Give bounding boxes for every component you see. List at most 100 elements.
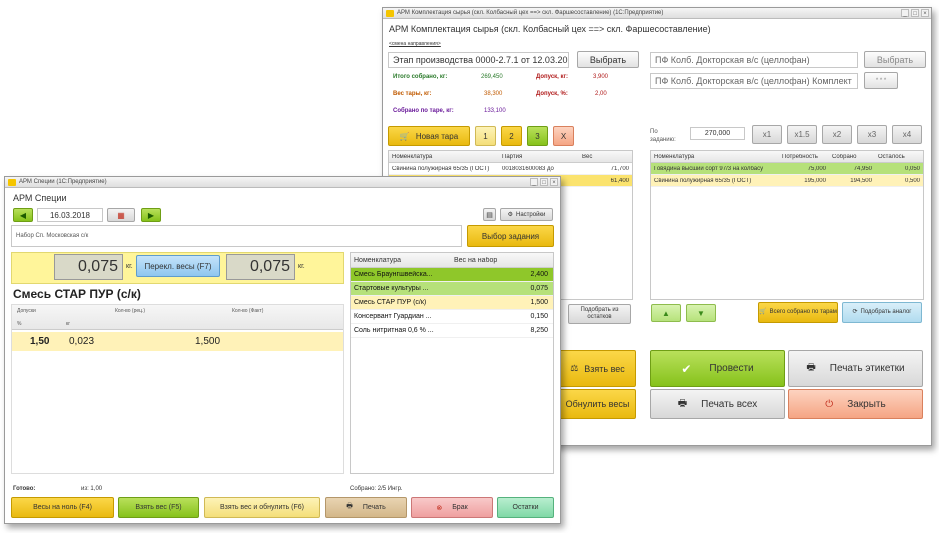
- total-by-tare-button[interactable]: 🛒 Всего собрано по тарам: [758, 302, 838, 323]
- date-field[interactable]: 16.03.2018: [37, 208, 103, 222]
- calendar-button[interactable]: ▦: [107, 208, 135, 222]
- close-button[interactable]: ⏻ Закрыть: [788, 389, 923, 419]
- maximize-icon[interactable]: □: [540, 178, 548, 186]
- table-row[interactable]: Свинина полужирная 65/35 (ГОСТ) 195,000 …: [651, 175, 923, 187]
- item-weight: 2,400: [530, 271, 548, 278]
- settings-button[interactable]: ⚙ Настройки: [500, 208, 553, 221]
- print-button[interactable]: 🖶 Печать: [325, 497, 407, 518]
- save-icon: ▤: [486, 211, 493, 219]
- weight1-value: 0,075: [77, 258, 118, 275]
- task-select-button[interactable]: Выбор задания: [467, 225, 554, 247]
- column-header[interactable]: Вес: [579, 154, 632, 160]
- column-header[interactable]: Вес на набор: [451, 257, 551, 264]
- list-item[interactable]: Консервант Гуардиан ... 0,150: [351, 310, 553, 324]
- rest-button[interactable]: Остатки: [497, 497, 554, 518]
- column-header[interactable]: Осталось: [875, 154, 923, 160]
- save-button[interactable]: ▤: [483, 208, 496, 221]
- item-name: Соль нитритная 0,6 % ...: [354, 327, 434, 334]
- select-from-rest-button[interactable]: Подобрать из остатков: [568, 304, 631, 324]
- tare-x-button[interactable]: X: [553, 126, 574, 146]
- stage-field[interactable]: Этап производства 0000-2.7.1 от 12.03.20…: [388, 52, 569, 68]
- by-task-label: По заданию:: [650, 129, 676, 143]
- conduct-button[interactable]: ✔ Провести: [650, 350, 785, 387]
- mult-x1-button[interactable]: x1: [752, 125, 782, 144]
- column-header[interactable]: Номенклатура: [389, 154, 499, 160]
- select-analog-button[interactable]: ⟳ Подобрать аналог: [842, 302, 922, 323]
- mult-x3-button[interactable]: x3: [857, 125, 887, 144]
- reset-scales-button[interactable]: Обнулить весы: [559, 389, 636, 419]
- table-row[interactable]: Говядина высший сорт 97/3 на колбасу 75,…: [651, 163, 923, 175]
- cell-weight: 71,700: [610, 165, 629, 172]
- table-header: Номенклатура Партия Вес: [389, 151, 632, 163]
- next-date-button[interactable]: ▶: [141, 208, 161, 222]
- take-weight-label: Взять вес: [584, 363, 625, 374]
- close-label: Закрыть: [847, 398, 886, 410]
- back-title-bar: АРМ Комплектация сырья (скл. Колбасный ц…: [383, 8, 931, 19]
- cell-qty-req: 1,500: [195, 336, 221, 347]
- mult-x2-button[interactable]: x2: [822, 125, 852, 144]
- column-header[interactable]: Потребность: [779, 154, 829, 160]
- defect-button[interactable]: ⊗ Брак: [411, 497, 493, 518]
- qty-req-header: Кол-во (рец.): [115, 308, 146, 314]
- item-weight: 0,150: [530, 313, 548, 320]
- list-item[interactable]: Смесь Браунгшвейска... 2,400: [351, 268, 553, 282]
- take-and-zero-button[interactable]: Взять вес и обнулить (F6): [204, 497, 320, 518]
- take-weight-button[interactable]: ⚖ Взять вес: [559, 350, 636, 387]
- mult-x4-button[interactable]: x4: [892, 125, 922, 144]
- new-tare-button[interactable]: 🛒 Новая тара: [388, 126, 470, 146]
- select-stage-button[interactable]: Выбрать: [577, 51, 639, 68]
- ingredient-grid: Допуски Кол-во (рец.) Кол-во (Факт) % кг…: [11, 304, 344, 474]
- triangle-down-icon: ▼: [697, 308, 705, 318]
- by-task-field[interactable]: 270,000: [690, 127, 745, 140]
- tare-3-button[interactable]: 3: [527, 126, 548, 146]
- ingredient-list: Номенклатура Вес на набор Смесь Браунгшв…: [350, 252, 554, 474]
- power-icon: ⏻: [825, 398, 834, 410]
- cell-name: Свинина полужирная 65/35 (ГОСТ): [654, 177, 752, 184]
- print-labels-button[interactable]: 🖶 Печать этикетки: [788, 350, 923, 387]
- collected-count: Собрано: 2/5 Ингр.: [350, 486, 403, 492]
- column-header[interactable]: Номенклатура: [351, 257, 451, 264]
- cell-need: 75,000: [807, 165, 826, 172]
- scales-zero-button[interactable]: Весы на ноль (F4): [11, 497, 114, 518]
- cell-left: 0,050: [904, 165, 920, 172]
- tare-2-button[interactable]: 2: [501, 126, 522, 146]
- down-arrow-button[interactable]: ▼: [686, 304, 716, 322]
- take-weight-f5-button[interactable]: Взять вес (F5): [118, 497, 199, 518]
- back-window-controls: _ □ ×: [901, 9, 929, 17]
- maximize-icon[interactable]: □: [911, 9, 919, 17]
- set-name-field[interactable]: Набор Сп. Московская с/к: [11, 225, 462, 247]
- change-direction-link[interactable]: <смена направления>: [389, 41, 441, 47]
- product-field[interactable]: ПФ Колб. Докторская в/с (целлофан): [650, 52, 858, 68]
- date-value: 16.03.2018: [49, 210, 91, 220]
- column-header[interactable]: Собрано: [829, 154, 875, 160]
- tare-1-button[interactable]: 1: [475, 126, 496, 146]
- product-value: ПФ Колб. Докторская в/с (целлофан): [655, 55, 810, 65]
- dots-button[interactable]: * * *: [864, 72, 898, 89]
- set-name-value: Набор Сп. Московская с/к: [16, 233, 89, 239]
- minimize-icon[interactable]: _: [530, 178, 538, 186]
- column-header[interactable]: Партия: [499, 154, 579, 160]
- item-name: Смесь Браунгшвейска...: [354, 271, 433, 278]
- list-item[interactable]: Стартовые культуры ... 0,075: [351, 282, 553, 296]
- cell-pct: 1,50: [30, 336, 50, 347]
- list-item[interactable]: Соль нитритная 0,6 % ... 8,250: [351, 324, 553, 338]
- product2-field[interactable]: ПФ Колб. Докторская в/с (целлофан) Компл…: [650, 73, 858, 89]
- close-icon[interactable]: ×: [921, 9, 929, 17]
- switch-scales-button[interactable]: Перекл. весы (F7): [136, 255, 220, 277]
- column-header[interactable]: Номенклатура: [651, 154, 779, 160]
- mult-x15-button[interactable]: x1.5: [787, 125, 817, 144]
- print-all-button[interactable]: 🖶 Печать всех: [650, 389, 785, 419]
- table-row[interactable]: Свинина полужирная 65/35 (ГОСТ) 00180316…: [389, 163, 632, 175]
- prev-date-button[interactable]: ◀: [13, 208, 33, 222]
- minimize-icon[interactable]: _: [901, 9, 909, 17]
- cell-got: 74,950: [853, 165, 872, 172]
- list-item[interactable]: Смесь СТАР ПУР (с/к) 1,500: [351, 296, 553, 310]
- product-title: Смесь СТАР ПУР (с/к): [13, 287, 141, 301]
- unit1-label: кг.: [126, 263, 133, 270]
- triangle-up-icon: ▲: [662, 308, 670, 318]
- table-row[interactable]: [12, 332, 343, 351]
- close-icon[interactable]: ×: [550, 178, 558, 186]
- select-product-button[interactable]: Выбрать: [864, 51, 926, 68]
- tolerance-kg-value: 3,900: [593, 74, 609, 80]
- up-arrow-button[interactable]: ▲: [651, 304, 681, 322]
